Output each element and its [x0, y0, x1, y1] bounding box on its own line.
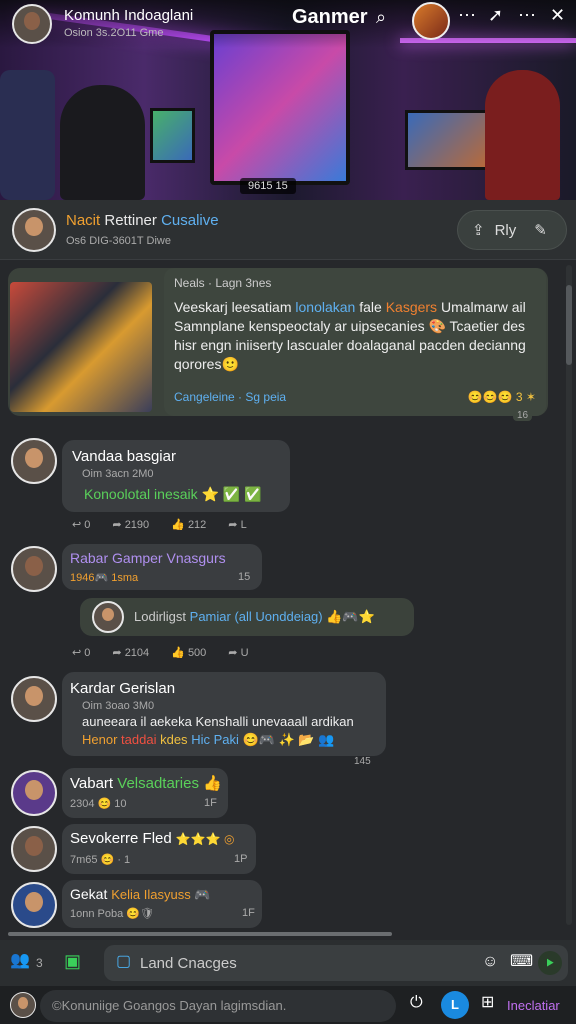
people-icon[interactable]: 👥: [10, 953, 30, 969]
post-content: Neals · Lagn 3nes Veeskarj leesatiam lon…: [164, 268, 546, 416]
like-action[interactable]: 👍 212: [171, 518, 206, 531]
horizontal-scrollbar[interactable]: [8, 932, 392, 936]
message-actions: ↩ 0 ➦ 2190 👍 212 ➦ L: [72, 518, 247, 531]
message-meta: 1946🎮 1sma: [70, 572, 139, 584]
like-action[interactable]: 👍 500: [171, 646, 206, 659]
input-placeholder: Land Cnacges: [140, 955, 237, 972]
message-meta: 2304 😊 10: [70, 798, 127, 810]
avatar[interactable]: [11, 546, 57, 592]
instagram-link[interactable]: Ineclatiar: [507, 998, 560, 1013]
gamer-figure: [485, 70, 560, 200]
power-icon[interactable]: ⏻: [410, 995, 423, 1011]
message-actions: ↩ 0 ➦ 2104 👍 500 ➦ U: [72, 646, 249, 659]
online-button[interactable]: L: [441, 991, 469, 1019]
avatar[interactable]: [12, 208, 56, 252]
message-bubble[interactable]: Vabart Velsadtaries 👍 2304 😊 10 1F: [62, 768, 228, 818]
sender-name: Rabar Gamper Vnasgurs: [70, 550, 226, 566]
message-bubble[interactable]: Sevokerre Fled ⭐⭐⭐ ◎ 7m65 😊 · 1 1P: [62, 824, 256, 874]
monitor: [150, 108, 195, 163]
gaming-chair: [0, 70, 55, 200]
avatar[interactable]: [11, 826, 57, 872]
forward-action[interactable]: ➦ 2104: [112, 646, 149, 659]
share-action[interactable]: ➦ U: [228, 646, 248, 659]
message-bubble[interactable]: Kardar Gerislan Oim 3oao 3M0 auneeara il…: [62, 672, 386, 756]
post-header: Neals · Lagn 3nes: [174, 276, 272, 290]
reply-button[interactable]: ⇪ Rly ✎: [457, 210, 567, 250]
send-icon[interactable]: ⯈: [538, 951, 562, 975]
monitor: [210, 30, 350, 185]
post-body: Veeskarj leesatiam lonolakan fale Kasger…: [174, 299, 526, 372]
sticker-icon[interactable]: ▢: [116, 954, 131, 970]
post-reactions[interactable]: 😊😊😊 3 ✶: [468, 390, 536, 404]
hero-banner: 9615 15 Komunh Indoaglani Osion 3s.2O11 …: [0, 0, 576, 200]
edit-icon: ✎: [534, 222, 547, 239]
avatar[interactable]: [11, 438, 57, 484]
message-bubble[interactable]: Gekat Kelia Ilasyuss 🎮 1onn Poba 😊🛡 1F: [62, 880, 262, 928]
message-text: Henor taddai kdes Hic Paki 😊🎮 ✨ 📂 👥: [82, 732, 335, 747]
timestamp: 16: [513, 410, 533, 421]
brand-title: Ganmer: [292, 6, 368, 28]
timestamp: 145: [354, 756, 371, 767]
forward-action[interactable]: ➦ 2190: [112, 518, 149, 531]
sender-name: Sevokerre Fled ⭐⭐⭐ ◎: [70, 830, 235, 847]
avatar[interactable]: [11, 770, 57, 816]
message-text: auneeara il aekeka Kenshalli unevaaall a…: [82, 714, 354, 729]
more-icon[interactable]: ⋯: [518, 6, 536, 24]
message-input[interactable]: ▢ Land Cnacges ☺ ⌨ ⯈: [104, 945, 568, 981]
avatar[interactable]: [10, 992, 36, 1018]
search-input[interactable]: ©Konuniige Goangos Dayan lagimsdian.: [40, 990, 396, 1022]
gamepad-icon[interactable]: ⊞: [481, 995, 494, 1011]
avatar[interactable]: [11, 676, 57, 722]
hero-caption: 9615 15: [240, 178, 296, 194]
pinned-header: Nacit Rettiner Cusalive Os6 DIG-3601T Di…: [0, 200, 576, 260]
message-text: Konoolotal inesaik ⭐ ✅ ✅: [84, 486, 262, 502]
post-card[interactable]: Neals · Lagn 3nes Veeskarj leesatiam lon…: [8, 268, 548, 416]
message-meta: Oim 3oao 3M0: [82, 700, 155, 712]
reply-chip[interactable]: Lodirligst Pamiar (all Uonddeiag) 👍🎮⭐: [80, 598, 414, 636]
post-image[interactable]: [10, 282, 152, 412]
message-meta: Oim 3acn 2M0: [82, 468, 154, 480]
reply-icon: ⇪: [472, 222, 485, 239]
monitor: [405, 110, 490, 170]
reply-text: Lodirligst Pamiar (all Uonddeiag) 👍🎮⭐: [134, 609, 375, 624]
share-icon[interactable]: ➚: [488, 6, 503, 24]
sender-name: Vabart Velsadtaries 👍: [70, 775, 222, 792]
group-subtitle: Osion 3s.2O11 Gme: [64, 27, 164, 39]
avatar: [92, 601, 124, 633]
emoji-icon[interactable]: ☺: [482, 954, 498, 970]
camera-icon[interactable]: ⌨: [510, 954, 533, 970]
message-meta: 1onn Poba 😊🛡: [70, 908, 154, 920]
profile-thumbnail[interactable]: [412, 2, 450, 40]
time-badge: 15: [238, 571, 251, 583]
message-bubble[interactable]: Vandaa basgiar Oim 3acn 2M0 Konoolotal i…: [62, 440, 290, 512]
post-link[interactable]: Cangeleine · Sg peia: [174, 390, 286, 404]
scroll-thumb[interactable]: [566, 285, 572, 365]
reply-action[interactable]: ↩ 0: [72, 518, 90, 531]
gamer-figure: [60, 85, 145, 200]
scrollbar[interactable]: [566, 265, 572, 925]
composer-bar: 👥 3 ▣ ▢ Land Cnacges ☺ ⌨ ⯈: [0, 940, 576, 986]
message-bubble[interactable]: Rabar Gamper Vnasgurs 1946🎮 1sma 15: [62, 544, 262, 590]
pinned-name: Nacit Rettiner Cusalive: [66, 212, 219, 229]
message-meta: 7m65 😊 · 1: [70, 854, 131, 866]
time-badge: 1F: [204, 797, 217, 809]
group-avatar[interactable]: [12, 4, 52, 44]
avatar[interactable]: [11, 882, 57, 928]
close-icon[interactable]: ✕: [550, 6, 565, 24]
reply-action[interactable]: ↩ 0: [72, 646, 90, 659]
bottom-bar: ©Konuniige Goangos Dayan lagimsdian. ⏻ L…: [0, 986, 576, 1024]
group-title[interactable]: Komunh Indoaglani: [64, 7, 193, 24]
sender-name: Gekat Kelia Ilasyuss 🎮: [70, 886, 211, 902]
sender-name: Kardar Gerislan: [70, 680, 176, 697]
sender-name: Vandaa basgiar: [72, 448, 176, 465]
time-badge: 1P: [234, 853, 248, 865]
search-placeholder: ©Konuniige Goangos Dayan lagimsdian.: [52, 998, 287, 1013]
more-icon[interactable]: ⋯: [458, 6, 476, 24]
count-badge: 3: [36, 956, 43, 970]
share-action[interactable]: ➦ L: [228, 518, 246, 531]
time-badge: 1F: [242, 907, 255, 919]
search-icon[interactable]: ⌕: [376, 8, 386, 26]
pinned-subtitle: Os6 DIG-3601T Diwe: [66, 235, 171, 247]
chat-icon[interactable]: ▣: [64, 952, 81, 970]
